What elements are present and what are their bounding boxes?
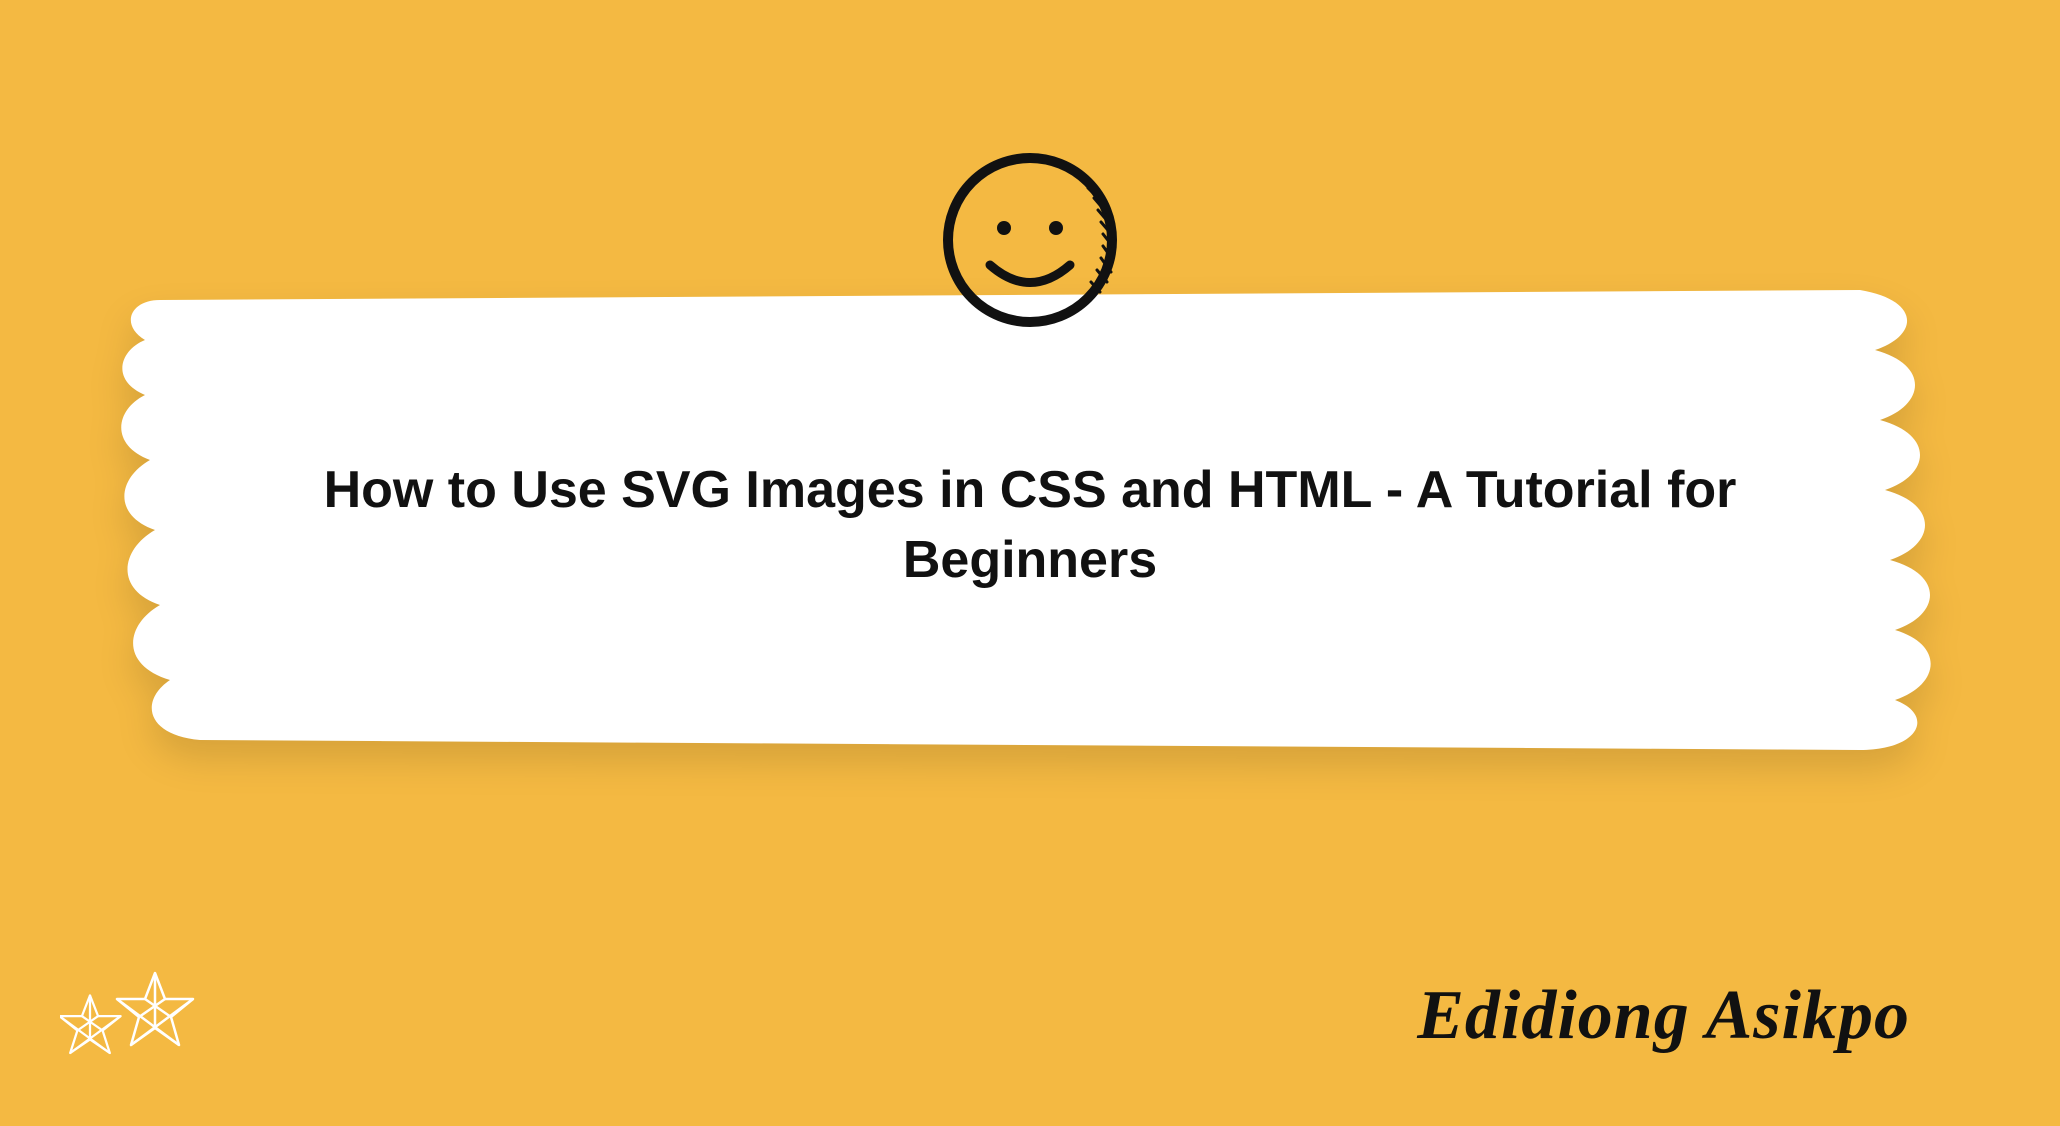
author-signature: Edidiong Asikpo xyxy=(1417,976,1910,1056)
page-title: How to Use SVG Images in CSS and HTML - … xyxy=(270,455,1790,595)
smiley-icon xyxy=(930,140,1130,340)
decorative-stars xyxy=(60,966,230,1076)
